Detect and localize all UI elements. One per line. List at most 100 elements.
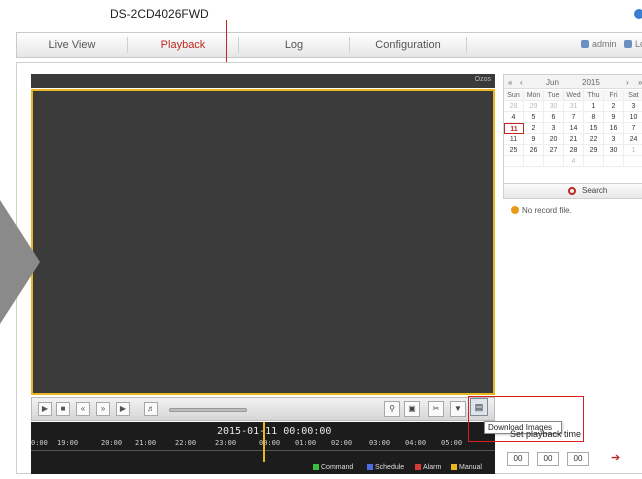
play-button[interactable]: ▶ xyxy=(38,402,52,416)
fast-forward-button[interactable]: » xyxy=(96,402,110,416)
calendar-day[interactable] xyxy=(544,156,564,167)
user-icon xyxy=(581,40,589,48)
calendar-day[interactable]: 14 xyxy=(564,123,584,134)
timeline-tick: 05:00 xyxy=(441,439,463,447)
legend-swatch xyxy=(313,464,319,470)
calendar-day[interactable]: 27 xyxy=(544,145,564,156)
timeline-tick: 23:00 xyxy=(215,439,237,447)
calendar-day[interactable]: 16 xyxy=(604,123,624,134)
calendar-day[interactable]: 29 xyxy=(524,101,544,112)
minute-field[interactable]: 00 xyxy=(537,452,559,466)
tab-configuration[interactable]: Configuration xyxy=(350,33,466,57)
timeline-tick: 01:00 xyxy=(295,439,317,447)
calendar-day[interactable]: 29 xyxy=(584,145,604,156)
calendar-day[interactable]: 28 xyxy=(564,145,584,156)
calendar-day[interactable]: 5 xyxy=(524,112,544,123)
calendar-day[interactable]: 26 xyxy=(524,145,544,156)
calendar-day[interactable]: 9 xyxy=(604,112,624,123)
timeline-tick: 02:00 xyxy=(331,439,353,447)
go-arrow-icon[interactable]: ➔ xyxy=(611,453,625,464)
left-arrow-overlay xyxy=(0,200,40,324)
playback-time-row: 00 00 00 ➔ xyxy=(499,450,642,468)
tab-live-view[interactable]: Live View xyxy=(17,33,127,57)
calendar-day[interactable]: 3 xyxy=(604,134,624,145)
calendar-day[interactable]: 2 xyxy=(604,101,624,112)
calendar-day[interactable]: 8 xyxy=(584,112,604,123)
timeline-tick: 04:00 xyxy=(405,439,427,447)
timeline-tick: 21:00 xyxy=(135,439,157,447)
calendar-day[interactable]: 4 xyxy=(504,112,524,123)
zoom-icon[interactable]: ⚲ xyxy=(384,401,400,417)
calendar-day[interactable]: 11 xyxy=(504,134,524,145)
calendar-day[interactable]: 7 xyxy=(564,112,584,123)
legend-item: Command xyxy=(313,464,353,471)
legend-item: Manual xyxy=(451,464,482,471)
calendar-day[interactable]: 7 xyxy=(624,123,642,134)
calendar-day[interactable] xyxy=(624,156,642,167)
timeline-cursor[interactable] xyxy=(263,422,265,462)
legend-label: Manual xyxy=(459,464,482,471)
second-field[interactable]: 00 xyxy=(567,452,589,466)
clip-icon[interactable]: ✂ xyxy=(428,401,444,417)
annotation-line xyxy=(226,20,227,66)
volume-slider[interactable] xyxy=(169,408,247,412)
video-player[interactable] xyxy=(31,89,495,395)
calendar-day[interactable]: 4 xyxy=(564,156,584,167)
timeline[interactable]: 2015-01-11 00:00:00 0:00 19:00 20:00 21:… xyxy=(31,422,495,462)
calendar-day[interactable]: 2 xyxy=(524,123,544,134)
calendar-day[interactable]: 21 xyxy=(564,134,584,145)
calendar-day[interactable]: 9 xyxy=(524,134,544,145)
timeline-tick: 20:00 xyxy=(101,439,123,447)
calendar-dow: Sat xyxy=(624,90,642,101)
calendar-grid: Sun Mon Tue Wed Thu Fri Sat 28 29 30 31 … xyxy=(504,90,642,167)
tab-divider xyxy=(466,37,467,53)
calendar-day[interactable] xyxy=(524,156,544,167)
calendar-day[interactable]: 30 xyxy=(544,101,564,112)
capture-icon[interactable]: ▣ xyxy=(404,401,420,417)
calendar-day[interactable] xyxy=(604,156,624,167)
search-button[interactable]: Search xyxy=(503,183,642,199)
tab-playback[interactable]: Playback xyxy=(128,33,238,57)
calendar-dow: Fri xyxy=(604,90,624,101)
calendar-day[interactable]: 6 xyxy=(544,112,564,123)
download-icon[interactable]: ▼ xyxy=(450,401,466,417)
volume-icon[interactable]: ♬ xyxy=(144,402,158,416)
hour-field[interactable]: 00 xyxy=(507,452,529,466)
calendar-day[interactable]: 3 xyxy=(624,101,642,112)
slow-forward-button[interactable]: « xyxy=(76,402,90,416)
timeline-tick: 0:00 xyxy=(31,439,48,447)
tab-log[interactable]: Log xyxy=(239,33,349,57)
calendar-day[interactable] xyxy=(504,156,524,167)
calendar-day[interactable]: 31 xyxy=(564,101,584,112)
user-menu[interactable]: admin Lo xyxy=(581,39,642,49)
calendar-day[interactable]: 30 xyxy=(604,145,624,156)
calendar-day[interactable]: 1 xyxy=(624,145,642,156)
single-frame-button[interactable]: ▶ xyxy=(116,402,130,416)
calendar-day[interactable]: 15 xyxy=(584,123,604,134)
next-year-icon[interactable]: » xyxy=(638,78,642,87)
language-globe-icon[interactable] xyxy=(634,9,642,19)
calendar-day[interactable]: 20 xyxy=(544,134,564,145)
calendar-day[interactable]: 25 xyxy=(504,145,524,156)
timeline-tick: 03:00 xyxy=(369,439,391,447)
calendar-day[interactable]: 1 xyxy=(584,101,604,112)
calendar-day[interactable]: 3 xyxy=(544,123,564,134)
next-month-icon[interactable]: › xyxy=(626,78,629,87)
calendar-day[interactable]: 28 xyxy=(504,101,524,112)
legend-swatch xyxy=(451,464,457,470)
calendar-day[interactable]: 10 xyxy=(624,112,642,123)
search-icon xyxy=(568,187,576,195)
legend-swatch xyxy=(367,464,373,470)
calendar-day[interactable] xyxy=(584,156,604,167)
prev-year-icon[interactable]: « xyxy=(508,78,512,87)
top-nav: Live View Playback Log Configuration adm… xyxy=(16,32,642,58)
calendar-month: Jun xyxy=(546,78,559,87)
calendar-day-selected[interactable]: 11 xyxy=(504,123,524,134)
calendar-day[interactable]: 22 xyxy=(584,134,604,145)
calendar-day[interactable]: 24 xyxy=(624,134,642,145)
calendar-dow: Thu xyxy=(584,90,604,101)
status-message: No record file. xyxy=(511,206,572,215)
calendar-dow: Sun xyxy=(504,90,524,101)
stop-button[interactable]: ■ xyxy=(56,402,70,416)
prev-month-icon[interactable]: ‹ xyxy=(520,78,523,87)
